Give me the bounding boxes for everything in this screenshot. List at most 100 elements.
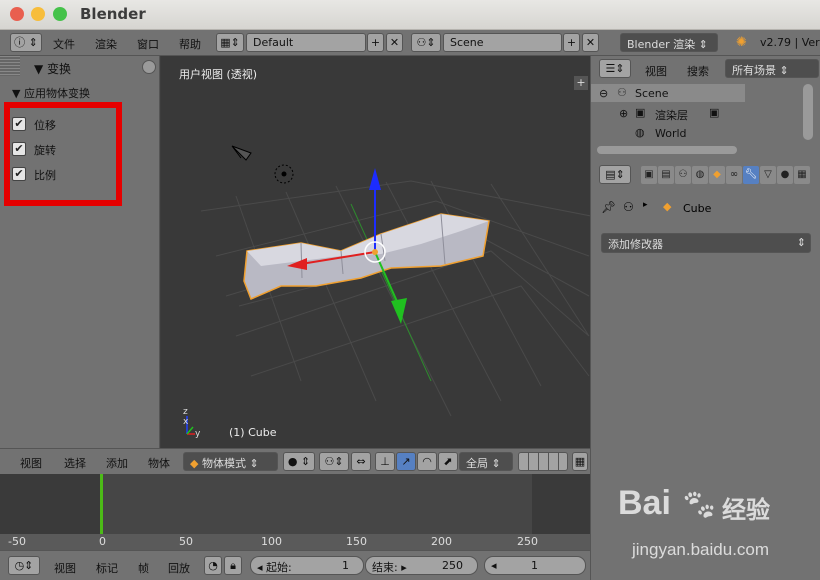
renderlayer-tab-icon[interactable]: ▤ — [658, 166, 674, 184]
apply-transform-header[interactable]: ▼ 应用物体变换 — [12, 85, 90, 101]
active-object-label: (1) Cube — [229, 426, 277, 439]
menu-search[interactable]: 搜索 — [687, 63, 709, 79]
editor-type-info-icon[interactable]: ⓘ ⇕ — [10, 33, 42, 52]
timeline-postroll — [532, 474, 590, 534]
menu-frame[interactable]: 帧 — [138, 560, 149, 576]
expand-icon[interactable]: ⊕ — [619, 107, 628, 120]
properties-editor-icon[interactable]: ▤⇕ — [599, 165, 631, 184]
orientation-label: 全局 — [466, 457, 488, 470]
menu-render[interactable]: 渲染 — [95, 36, 117, 52]
timeline-preroll — [0, 474, 100, 534]
chevron-updown-icon: ⇕ — [796, 236, 806, 249]
panel-grip-icon[interactable] — [0, 56, 20, 76]
transform-panel-header[interactable]: ▼ 变换 — [34, 60, 71, 77]
snap-icon[interactable]: ⇔ — [351, 452, 371, 471]
pin-icon[interactable]: 📌︎ — [601, 200, 616, 214]
current-frame-line[interactable] — [100, 474, 103, 534]
camera-object[interactable] — [231, 145, 252, 161]
outliner-v-scrollbar[interactable] — [803, 84, 813, 140]
menu-marker[interactable]: 标记 — [96, 560, 118, 576]
material-tab-icon[interactable]: ● — [777, 166, 793, 184]
timeline-editor-icon[interactable]: ◷⇕ — [8, 556, 40, 575]
texture-tab-icon[interactable]: ▦ — [794, 166, 810, 184]
menu-add[interactable]: 添加 — [106, 455, 128, 471]
scene-icon[interactable]: ⚇⇕ — [411, 33, 441, 52]
panel-pin-icon[interactable] — [142, 60, 156, 74]
mode-select[interactable]: ◆ 物体模式 ⇕ — [183, 452, 278, 471]
keying-icon[interactable]: ◔ — [204, 556, 222, 575]
ruler-label: 50 — [179, 535, 193, 548]
add-modifier-label: 添加修改器 — [608, 238, 663, 251]
close-window-button[interactable] — [10, 7, 24, 21]
timeline-header: ◷⇕ 视图 标记 帧 回放 ◔ 🔒︎ ◂ 起始: 1 结束: 250 ▸ ◂ 1 — [0, 550, 590, 580]
end-frame-field[interactable]: 结束: 250 ▸ — [365, 556, 478, 575]
outliner-filter-label: 所有场景 — [732, 64, 776, 77]
constraints-tab-icon[interactable]: ∞ — [726, 166, 742, 184]
layer-buttons[interactable] — [518, 452, 568, 471]
menu-help[interactable]: 帮助 — [179, 36, 201, 52]
3d-viewport[interactable]: z x y 用户视图 (透视) (1) Cube + — [161, 56, 590, 448]
menu-playback[interactable]: 回放 — [168, 560, 190, 576]
render-engine-label: Blender 渲染 — [627, 38, 696, 51]
outliner-scene-label[interactable]: Scene — [635, 87, 669, 100]
pivot-select-icon[interactable]: ⚇⇕ — [319, 452, 349, 471]
manipulator-toggle-icon[interactable]: ⊥ — [375, 452, 395, 471]
outliner-renderlayer-label[interactable]: 渲染层 — [655, 107, 688, 123]
world-tab-icon[interactable]: ◍ — [692, 166, 708, 184]
render-layer-link-icon: ▣ — [709, 106, 720, 119]
scene-tab-icon[interactable]: ⚇ — [675, 166, 691, 184]
object-origin — [372, 249, 378, 255]
scene-field[interactable]: Scene — [443, 33, 562, 52]
modifier-wrench-icon[interactable]: 🔧︎ — [743, 166, 759, 184]
maximize-window-button[interactable] — [53, 7, 67, 21]
remove-layout-icon[interactable]: ✕ — [386, 33, 403, 52]
translate-manipulator-icon[interactable]: ↗ — [396, 452, 416, 471]
add-modifier-select[interactable]: 添加修改器 ⇕ — [601, 233, 811, 253]
rotate-manipulator-icon[interactable]: ◠ — [417, 452, 437, 471]
menu-window[interactable]: 窗口 — [137, 36, 159, 52]
menu-timeline-view[interactable]: 视图 — [54, 560, 76, 576]
mode-label: 物体模式 — [201, 457, 246, 470]
start-value: 1 — [342, 559, 349, 572]
outliner-filter-select[interactable]: 所有场景 ⇕ — [725, 59, 819, 78]
viewport-plus-icon[interactable]: + — [574, 76, 588, 90]
menu-file[interactable]: 文件 — [53, 36, 75, 52]
render-tab-icon[interactable]: ▣ — [641, 166, 657, 184]
ruler-label: 250 — [517, 535, 538, 548]
watermark-url: jingyan.baidu.com — [632, 540, 770, 559]
screen-layout-icon[interactable]: ▦⇕ — [216, 33, 244, 52]
screen-layout-field[interactable]: Default — [246, 33, 366, 52]
watermark-brand-cn: 经验 — [722, 496, 770, 524]
object-tab-icon[interactable]: ◆ — [709, 166, 725, 184]
watermark-brand: Bai — [618, 484, 671, 522]
add-scene-icon[interactable]: + — [563, 33, 580, 52]
outliner-editor-icon[interactable]: ☰⇕ — [599, 59, 631, 78]
end-value: 250 — [442, 559, 463, 572]
viewport-header: 视图 选择 添加 物体 ◆ 物体模式 ⇕ ● ⇕ ⚇⇕ ⇔ ⊥ ↗ ◠ ⬈ 全局… — [0, 448, 590, 474]
data-tab-icon[interactable]: ▽ — [760, 166, 776, 184]
shading-select-icon[interactable]: ● ⇕ — [283, 452, 315, 471]
menu-object[interactable]: 物体 — [148, 455, 170, 471]
render-engine-select[interactable]: Blender 渲染 ⇕ — [620, 33, 718, 52]
lock-icon[interactable]: 🔒︎ — [224, 556, 242, 575]
orientation-select[interactable]: 全局 ⇕ — [459, 452, 513, 471]
lock-layers-icon[interactable]: ▦ — [572, 452, 588, 471]
menu-outliner-view[interactable]: 视图 — [645, 63, 667, 79]
lamp-center — [281, 171, 287, 177]
current-frame-field[interactable]: ◂ 1 — [484, 556, 586, 575]
remove-scene-icon[interactable]: ✕ — [582, 33, 599, 52]
menu-view[interactable]: 视图 — [20, 455, 42, 471]
window-title: Blender — [80, 5, 146, 23]
version-label: v2.79 | Ver — [760, 36, 820, 49]
collapse-icon[interactable]: ⊖ — [599, 87, 608, 100]
add-layout-icon[interactable]: + — [367, 33, 384, 52]
outliner-h-scrollbar[interactable] — [597, 146, 737, 154]
outliner-world-label[interactable]: World — [655, 127, 687, 140]
current-frame-value: 1 — [531, 559, 538, 572]
minimize-window-button[interactable] — [31, 7, 45, 21]
scene-breadcrumb-icon: ⚇ — [623, 200, 634, 214]
scale-manipulator-icon[interactable]: ⬈ — [438, 452, 458, 471]
start-frame-field[interactable]: ◂ 起始: 1 — [250, 556, 364, 575]
menu-select[interactable]: 选择 — [64, 455, 86, 471]
window-titlebar: Blender — [0, 0, 820, 30]
